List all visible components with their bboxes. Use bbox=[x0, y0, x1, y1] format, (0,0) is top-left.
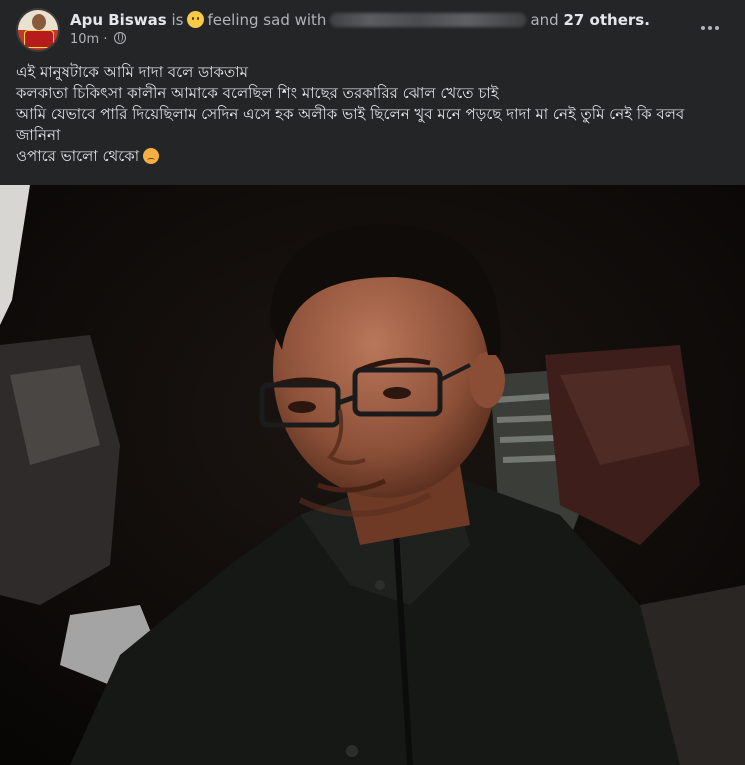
photo-illustration bbox=[0, 185, 745, 765]
connector-is: is bbox=[171, 11, 184, 29]
blurred-tagged-name[interactable] bbox=[330, 13, 527, 27]
sad-face-icon bbox=[187, 11, 205, 28]
feeling-text: feeling sad with bbox=[207, 11, 327, 29]
post-header: Apu Biswas is feeling sad with and 27 othe… bbox=[0, 0, 745, 60]
post-text-line: কলকাতা চিকিৎসা কালীন আমাকে বলেছিল শিং মা… bbox=[16, 84, 499, 102]
post-text-line: ওপারে ভালো থেকো bbox=[16, 147, 140, 165]
post-text-line: এই মানুষটাকে আমি দাদা বলে ডাকতাম bbox=[16, 63, 248, 81]
more-options-icon bbox=[701, 26, 705, 30]
post-text-line-last: ওপারে ভালো থেকো bbox=[16, 146, 732, 167]
globe-icon[interactable] bbox=[113, 32, 126, 44]
meta-separator: · bbox=[103, 32, 108, 47]
post-text: এই মানুষটাকে আমি দাদা বলে ডাকতাম কলকাতা … bbox=[16, 62, 732, 167]
post-text-line: আমি যেভাবে পারি দিয়েছিলাম সেদিন এসে হক … bbox=[16, 105, 685, 144]
post-author-line: Apu Biswas is feeling sad with and 27 othe… bbox=[70, 9, 690, 31]
author-avatar[interactable] bbox=[16, 8, 60, 52]
post-photo[interactable] bbox=[0, 185, 745, 765]
and-text: and bbox=[530, 11, 559, 29]
facebook-post: Apu Biswas is feeling sad with and 27 othe… bbox=[0, 0, 745, 765]
timestamp[interactable]: 10m bbox=[70, 32, 99, 47]
author-name[interactable]: Apu Biswas bbox=[70, 11, 167, 29]
others-link[interactable]: 27 others. bbox=[563, 11, 649, 29]
more-options-button[interactable] bbox=[692, 12, 728, 44]
post-meta: 10m · bbox=[70, 31, 126, 49]
sad-emoji-icon bbox=[143, 148, 160, 164]
